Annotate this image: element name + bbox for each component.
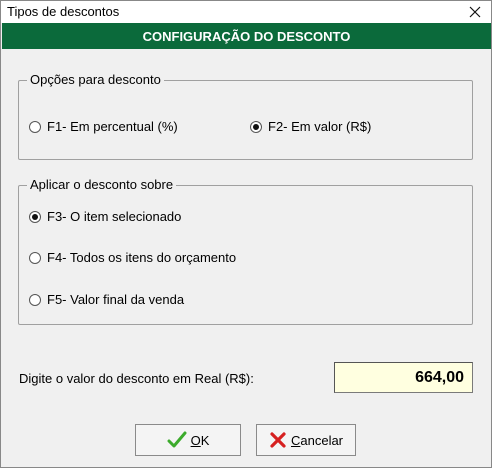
ok-button-label: OK: [190, 432, 210, 448]
radio-valor[interactable]: F2- Em valor (R$): [250, 119, 371, 134]
radio-valor-final[interactable]: F5- Valor final da venda: [29, 292, 184, 307]
radio-item-selecionado[interactable]: F3- O item selecionado: [29, 209, 181, 224]
radio-percentual[interactable]: F1- Em percentual (%): [29, 119, 178, 134]
radio-selected-dot: [253, 123, 259, 130]
close-icon: [469, 6, 481, 18]
radio-selected-dot: [32, 213, 38, 220]
radio-label: F4- Todos os itens do orçamento: [47, 250, 237, 265]
radio-button[interactable]: [29, 293, 41, 306]
ok-button[interactable]: OK: [135, 424, 241, 456]
radio-button[interactable]: [29, 120, 41, 133]
radio-label: F1- Em percentual (%): [47, 119, 178, 134]
radio-button[interactable]: [29, 251, 41, 264]
cross-icon: [269, 431, 287, 449]
group-legend: Aplicar o desconto sobre: [27, 177, 177, 192]
cancel-button-label: Cancelar: [290, 432, 344, 448]
title-bar: Tipos de descontos: [1, 1, 491, 23]
discount-dialog: Tipos de descontos CONFIGURAÇÃO DO DESCO…: [0, 0, 492, 468]
cancel-button[interactable]: Cancelar: [256, 424, 356, 456]
radio-todos-itens[interactable]: F4- Todos os itens do orçamento: [29, 250, 236, 265]
radio-label: F2- Em valor (R$): [268, 119, 372, 134]
radio-label: F5- Valor final da venda: [47, 292, 185, 307]
discount-value-label: Digite o valor do desconto em Real (R$):: [19, 371, 254, 386]
checkmark-icon: [167, 431, 187, 449]
discount-value-input[interactable]: [334, 362, 473, 393]
radio-button[interactable]: [29, 210, 41, 223]
radio-button[interactable]: [250, 120, 262, 133]
section-header: CONFIGURAÇÃO DO DESCONTO: [2, 23, 491, 49]
group-legend: Opções para desconto: [27, 72, 164, 87]
close-button[interactable]: [459, 1, 491, 23]
radio-label: F3- O item selecionado: [47, 209, 182, 224]
window-title: Tipos de descontos: [7, 4, 120, 19]
